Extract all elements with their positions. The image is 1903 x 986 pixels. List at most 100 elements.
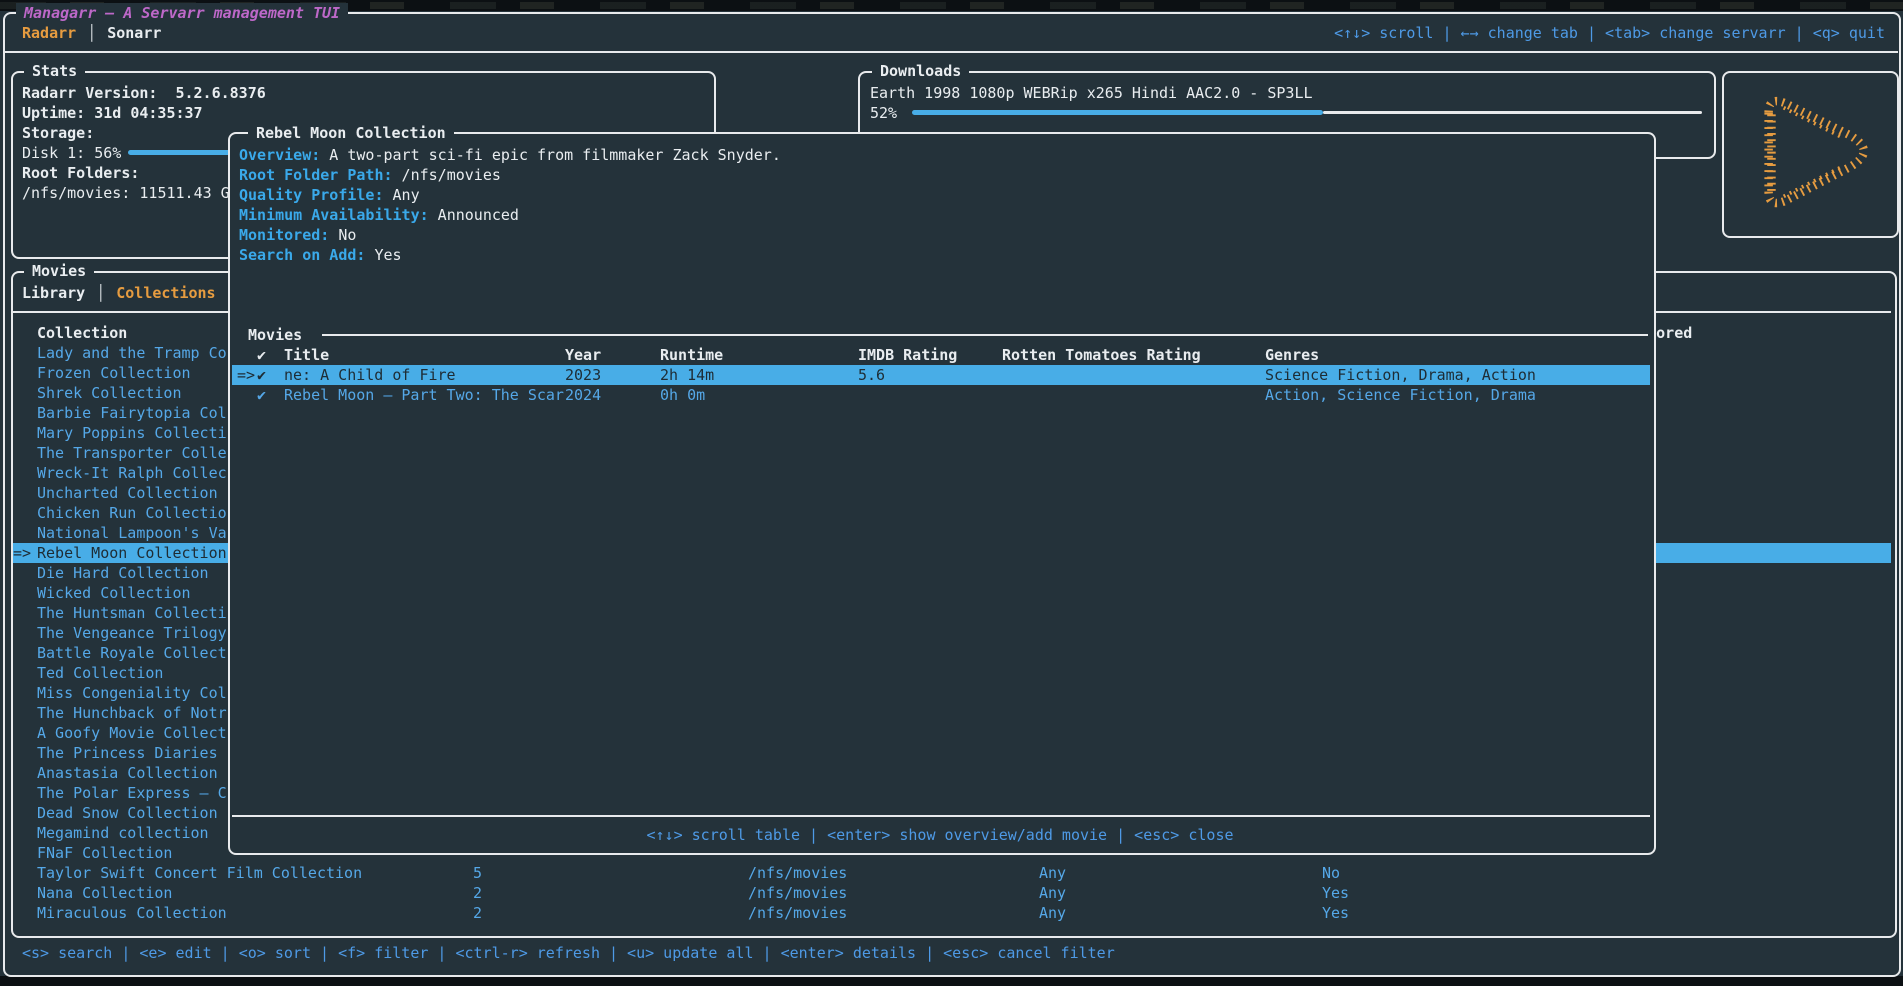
collection-quality-profile: Any (1039, 883, 1066, 903)
selection-marker: => (237, 365, 255, 385)
stats-root-folders-label: Root Folders: (22, 163, 139, 183)
stats-disk-label: Disk 1: 56% (22, 143, 121, 163)
tab-collections[interactable]: Collections (116, 283, 215, 303)
modal-field-value: Any (384, 186, 420, 204)
collection-name: National Lampoon's Va (37, 523, 227, 543)
movie-col-header-runtime: Runtime (660, 345, 723, 365)
collection-name: Barbie Fairytopia Col (37, 403, 227, 423)
movie-runtime: 0h 0m (660, 385, 705, 405)
collection-name: The Princess Diaries (37, 743, 218, 763)
modal-field-label: Monitored: (239, 226, 329, 244)
tab-radarr[interactable]: Radarr (22, 23, 76, 43)
collection-name: The Vengeance Trilogy (37, 623, 227, 643)
collection-name: Die Hard Collection (37, 563, 209, 583)
collection-name: Shrek Collection (37, 383, 182, 403)
movie-title: Rebel Moon – Part Two: The Scar (284, 385, 564, 405)
download-progress-label: 52% (870, 103, 897, 123)
top-help-bar: <↑↓> scroll | ←→ change tab | <tab> chan… (1334, 23, 1885, 43)
collection-name: The Hunchback of Notr (37, 703, 227, 723)
movie-imdb-rating: 5.6 (858, 365, 885, 385)
collection-name: A Goofy Movie Collect (37, 723, 227, 743)
stats-storage-label: Storage: (22, 123, 94, 143)
modal-field-value: Yes (365, 246, 401, 264)
collection-search-on-add: Yes (1322, 883, 1349, 903)
app-title: Managarr – A Servarr management TUI (16, 3, 348, 23)
collection-movie-count: 2 (473, 883, 482, 903)
selection-marker: => (13, 543, 31, 563)
app-root: Managarr – A Servarr management TUI Rada… (0, 0, 1903, 986)
modal-title: Rebel Moon Collection (248, 123, 454, 143)
modal-field-label: Overview: (239, 146, 320, 164)
modal-field-value: /nfs/movies (393, 166, 501, 184)
collection-row[interactable]: Taylor Swift Concert Film Collection 5/nf… (0, 863, 1903, 883)
collection-quality-profile: Any (1039, 863, 1066, 883)
collection-details-modal: Rebel Moon Collection Overview: A two-pa… (228, 132, 1656, 855)
download-progress-gauge-rest (1323, 111, 1702, 114)
collection-name: Lady and the Tramp Co (37, 343, 227, 363)
collection-search-on-add: No (1322, 863, 1340, 883)
movie-monitored-check: ✔ (257, 365, 266, 385)
collection-name: The Transporter Colle (37, 443, 227, 463)
servarr-tabs: Radarr │ Sonarr (22, 23, 161, 43)
stats-version-label: Radarr Version: (22, 84, 157, 102)
collection-name: Taylor Swift Concert Film Collection (37, 863, 362, 883)
collection-root-folder: /nfs/movies (748, 903, 847, 923)
collection-name: Miss Congeniality Col (37, 683, 227, 703)
modal-field-label: Quality Profile: (239, 186, 384, 204)
collection-name: Battle Royale Collect (37, 643, 227, 663)
collection-name: FNaF Collection (37, 843, 172, 863)
modal-field: Minimum Availability: Announced (239, 205, 519, 225)
modal-section-title: Movies (248, 325, 302, 345)
collection-row[interactable]: Miraculous Collection2/nfs/moviesAnyYes (0, 903, 1903, 923)
tabs-separator-line (4, 51, 1898, 53)
collection-movie-count: 2 (473, 903, 482, 923)
modal-section-line (322, 334, 1648, 336)
modal-field-label: Minimum Availability: (239, 206, 429, 224)
collection-row[interactable]: Nana Collection 2/nfs/movies Any Yes (0, 883, 1903, 903)
modal-help-bar: <↑↓> scroll table | <enter> show overvie… (230, 825, 1650, 845)
modal-field: Root Folder Path: /nfs/movies (239, 165, 501, 185)
collection-name: Wicked Collection (37, 583, 191, 603)
movie-title: ne: A Child of Fire (284, 365, 456, 385)
modal-field: Monitored: No (239, 225, 356, 245)
movie-col-header-imdb-rating: IMDB Rating (858, 345, 957, 365)
collection-quality-profile: Any (1039, 903, 1066, 923)
movie-year: 2024 (565, 385, 601, 405)
download-item-title: Earth 1998 1080p WEBRip x265 Hindi AAC2.… (870, 83, 1313, 103)
tab-sonarr[interactable]: Sonarr (107, 23, 161, 43)
modal-field-label: Search on Add: (239, 246, 365, 264)
collection-name: Chicken Run Collectio (37, 503, 227, 523)
movies-tabs: Library│Collections│ (22, 283, 247, 303)
modal-field-label: Root Folder Path: (239, 166, 393, 184)
collection-search-on-add: Yes (1322, 903, 1349, 923)
movie-genres: Science Fiction, Drama, Action (1265, 365, 1536, 385)
stats-version-value: 5.2.6.8376 (175, 84, 265, 102)
bottom-help-bar: <s> search | <e> edit | <o> sort | <f> f… (22, 943, 1115, 963)
modal-field: Search on Add: Yes (239, 245, 402, 265)
collection-name: Nana Collection (37, 883, 172, 903)
movie-row-selected[interactable]: =>✔ ne: A Child of Fire 2023 2h 14m 5.6 Scien… (230, 365, 1650, 385)
collection-root-folder: /nfs/movies (748, 883, 847, 903)
movie-runtime: 2h 14m (660, 365, 714, 385)
movie-col-header-title: Title (284, 345, 329, 365)
movie-genres: Action, Science Fiction, Drama (1265, 385, 1536, 405)
movie-year: 2023 (565, 365, 601, 385)
modal-field: Quality Profile: Any (239, 185, 420, 205)
radarr-logo-icon (1746, 79, 1878, 227)
collection-name: Rebel Moon Collection (37, 543, 227, 563)
modal-field-value: Announced (429, 206, 519, 224)
collection-movie-count: 5 (473, 863, 482, 883)
stats-panel-title: Stats (24, 61, 85, 81)
modal-field: Overview: A two-part sci-fi epic from fi… (239, 145, 781, 165)
collection-root-folder: /nfs/movies (748, 863, 847, 883)
tab-library[interactable]: Library (22, 283, 85, 303)
stats-uptime-value: 31d 04:35:37 (94, 104, 202, 122)
collection-name: Mary Poppins Collecti (37, 423, 227, 443)
tab-separator: │ (87, 23, 96, 43)
collection-name: Megamind collection (37, 823, 209, 843)
collection-name: Frozen Collection (37, 363, 191, 383)
modal-field-value: No (329, 226, 356, 244)
terminal-bottom-strip (0, 976, 1903, 986)
movie-row[interactable]: ✔Rebel Moon – Part Two: The Scar20240h 0… (230, 385, 1650, 405)
stats-uptime: Uptime:31d 04:35:37 (22, 103, 203, 123)
